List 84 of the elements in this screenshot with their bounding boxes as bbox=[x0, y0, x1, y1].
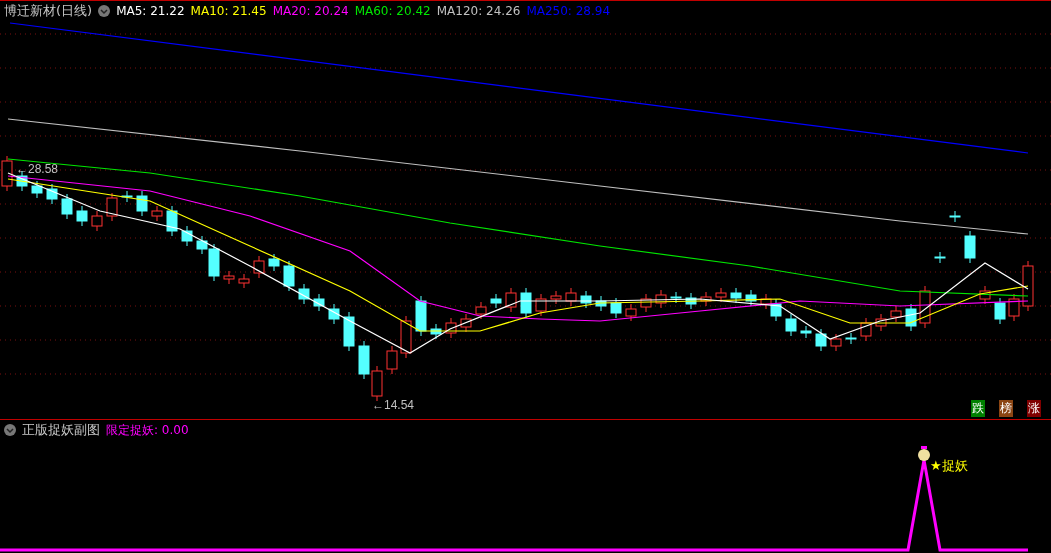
stock-title: 博迁新材(日线) bbox=[4, 2, 93, 20]
candlestick bbox=[520, 287, 532, 319]
candlestick bbox=[875, 313, 887, 332]
candlestick bbox=[760, 293, 772, 310]
candlestick bbox=[298, 283, 310, 305]
candlestick bbox=[358, 340, 370, 380]
ranking-badge[interactable]: 涨 bbox=[1027, 400, 1041, 417]
candlestick bbox=[61, 193, 73, 220]
ranking-badge[interactable]: 榜 bbox=[999, 400, 1013, 417]
candlestick bbox=[949, 210, 961, 223]
candlestick bbox=[610, 297, 622, 319]
candlestick bbox=[283, 260, 295, 292]
candlestick bbox=[934, 251, 946, 264]
candlestick bbox=[1022, 260, 1034, 312]
candlestick bbox=[268, 253, 280, 272]
ma-legend: MA120: 24.26 bbox=[436, 4, 521, 18]
candlestick bbox=[106, 192, 118, 222]
candlestick bbox=[919, 285, 931, 329]
candlestick bbox=[994, 297, 1006, 325]
candlestick bbox=[121, 190, 133, 203]
ma-legend: MA10: 21.45 bbox=[190, 4, 267, 18]
candlestick bbox=[715, 287, 727, 303]
candlestick bbox=[745, 289, 757, 307]
signal-label: ★捉妖 bbox=[930, 458, 968, 473]
high-price-label: ←28.58 bbox=[16, 162, 59, 176]
ranking-badge[interactable]: 跌 bbox=[971, 400, 985, 417]
candlestick bbox=[181, 225, 193, 247]
candlestick bbox=[328, 303, 340, 325]
candlestick bbox=[223, 270, 235, 285]
candlestick bbox=[136, 190, 148, 217]
candlestick bbox=[595, 295, 607, 312]
candlestick bbox=[640, 293, 652, 313]
candlestick bbox=[785, 313, 797, 337]
candlestick bbox=[700, 291, 712, 307]
candlestick bbox=[830, 333, 842, 352]
candlestick bbox=[655, 289, 667, 309]
candlestick bbox=[386, 345, 398, 375]
money-bag-icon bbox=[918, 446, 930, 461]
candlestick bbox=[76, 205, 88, 227]
candlestick bbox=[845, 332, 857, 345]
candlestick bbox=[415, 295, 427, 337]
candlestick bbox=[890, 305, 902, 323]
candlestick bbox=[625, 303, 637, 322]
candlestick bbox=[815, 328, 827, 352]
dropdown-icon[interactable] bbox=[98, 5, 111, 17]
candlestick bbox=[550, 290, 562, 305]
candlestick bbox=[253, 255, 265, 279]
candlestick bbox=[505, 287, 517, 313]
indicator-value: 限定捉妖: 0.00 bbox=[106, 421, 189, 439]
candlestick bbox=[800, 325, 812, 339]
candlestick bbox=[730, 287, 742, 304]
dropdown-icon[interactable] bbox=[4, 424, 16, 436]
ma-legend: MA60: 20.42 bbox=[354, 4, 431, 18]
candlestick bbox=[445, 317, 457, 339]
candlestick bbox=[964, 230, 976, 264]
candlestick bbox=[343, 311, 355, 352]
sub-chart-title: 正版捉妖副图 bbox=[22, 421, 100, 439]
candlestick bbox=[151, 205, 163, 222]
candlestick bbox=[460, 313, 472, 333]
candlestick bbox=[313, 293, 325, 312]
candlestick bbox=[860, 317, 872, 342]
low-price-label: ←14.54 bbox=[372, 398, 415, 412]
candlestick bbox=[238, 273, 250, 289]
candlestick bbox=[46, 183, 58, 205]
candlestick bbox=[430, 323, 442, 340]
candlestick bbox=[685, 292, 697, 310]
candlestick bbox=[770, 298, 782, 322]
candlestick bbox=[166, 205, 178, 237]
candlestick bbox=[670, 291, 682, 304]
candlestick bbox=[565, 287, 577, 307]
candlestick bbox=[490, 293, 502, 309]
candlestick bbox=[91, 210, 103, 232]
candlestick bbox=[535, 293, 547, 317]
candlestick bbox=[1008, 293, 1020, 322]
candlestick bbox=[580, 290, 592, 309]
ma-legend: MA5: 21.22 bbox=[116, 4, 185, 18]
candlestick bbox=[371, 365, 383, 402]
ma-legend: MA250: 28.94 bbox=[526, 4, 611, 18]
candlestick bbox=[475, 301, 487, 320]
candlestick bbox=[31, 180, 43, 199]
ma-legend: MA20: 20.24 bbox=[272, 4, 349, 18]
candlestick bbox=[979, 285, 991, 305]
candlestick bbox=[905, 303, 917, 332]
candlestick bbox=[400, 315, 412, 359]
